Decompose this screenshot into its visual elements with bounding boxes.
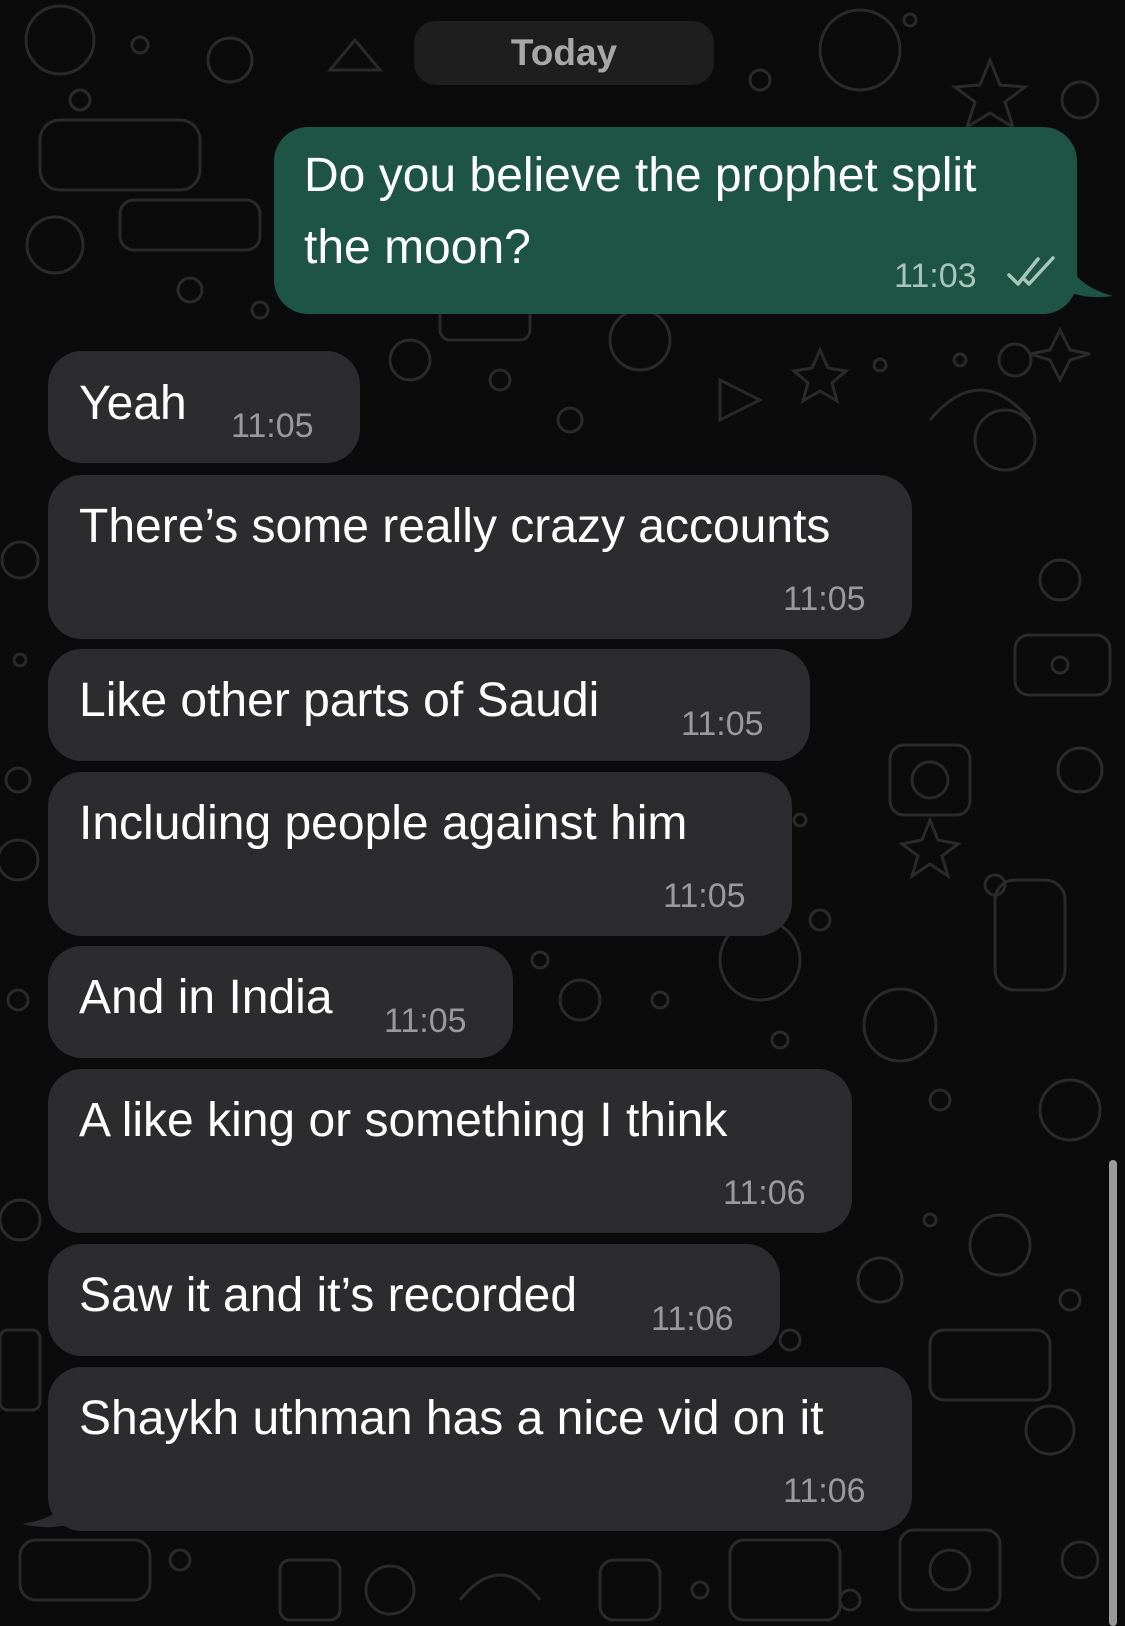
message-timestamp: 11:03 <box>894 257 977 295</box>
message-timestamp: 11:05 <box>681 705 764 743</box>
message-text: Shaykh uthman has a nice vid on it <box>79 1392 824 1445</box>
message-timestamp: 11:05 <box>231 407 314 445</box>
outgoing-message-bubble[interactable]: Do you believe the prophet split the moo… <box>274 127 1077 314</box>
message-text: There’s some really crazy accounts <box>79 500 831 553</box>
date-header: Today <box>414 21 714 85</box>
double-check-icon <box>1007 256 1055 286</box>
message-text: Yeah <box>79 377 187 430</box>
incoming-message-bubble[interactable]: Like other parts of Saudi 11:05 <box>48 649 810 761</box>
bubble-tail <box>22 1480 80 1528</box>
message-text: A like king or something I think <box>79 1094 728 1147</box>
incoming-message-bubble[interactable]: Including people against him 11:05 <box>48 772 792 936</box>
message-text: Including people against him <box>79 797 688 850</box>
incoming-message-bubble[interactable]: A like king or something I think 11:06 <box>48 1069 852 1233</box>
message-timestamp: 11:05 <box>783 580 866 618</box>
message-text: Like other parts of Saudi <box>79 674 600 727</box>
incoming-message-bubble[interactable]: And in India 11:05 <box>48 946 513 1058</box>
message-timestamp: 11:06 <box>651 1300 734 1338</box>
message-timestamp: 11:06 <box>723 1174 806 1212</box>
message-timestamp: 11:05 <box>384 1002 467 1040</box>
message-timestamp: 11:05 <box>663 877 746 915</box>
incoming-message-bubble[interactable]: Yeah 11:05 <box>48 351 360 463</box>
bubble-tail <box>1065 250 1113 298</box>
message-text-line: Do you believe the prophet split <box>304 149 977 202</box>
scrollbar-thumb[interactable] <box>1109 1160 1117 1626</box>
message-text: And in India <box>79 971 333 1024</box>
incoming-message-bubble[interactable]: There’s some really crazy accounts 11:05 <box>48 475 912 639</box>
chat-thread[interactable]: Today Do you believe the prophet split t… <box>0 0 1125 1626</box>
message-timestamp: 11:06 <box>783 1472 866 1510</box>
incoming-message-bubble[interactable]: Saw it and it’s recorded 11:06 <box>48 1244 780 1356</box>
message-text: Saw it and it’s recorded <box>79 1269 578 1322</box>
message-text-line: the moon? <box>304 221 531 274</box>
incoming-message-bubble[interactable]: Shaykh uthman has a nice vid on it 11:06 <box>48 1367 912 1531</box>
